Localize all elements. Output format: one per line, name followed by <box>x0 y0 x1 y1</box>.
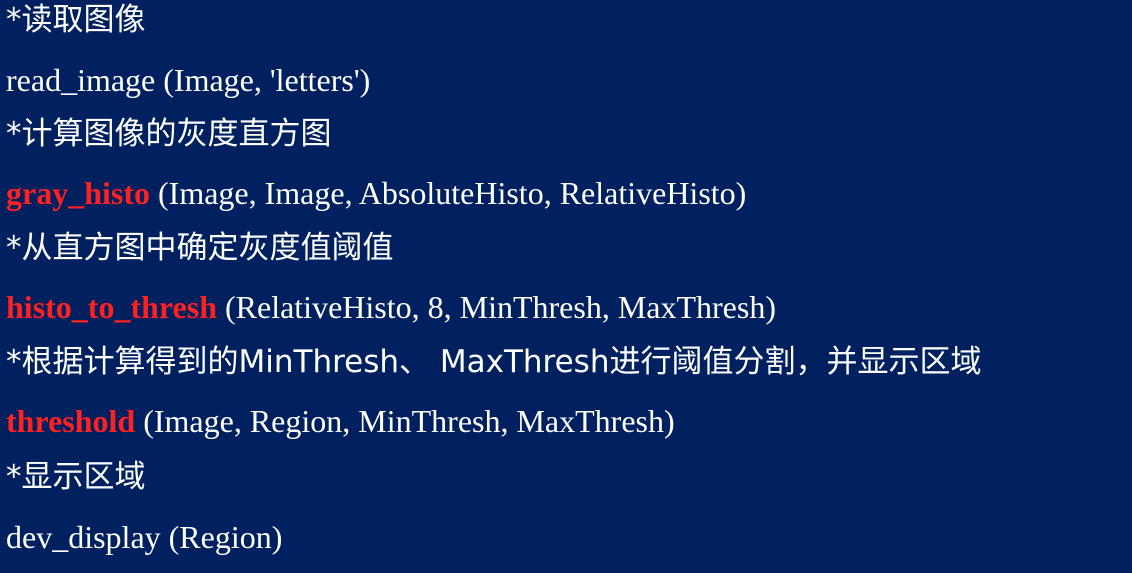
code-dev-display: dev_display (Region) <box>6 519 283 555</box>
comment-threshold: *根据计算得到的MinThresh、 MaxThresh进行阈值分割，并显示区域 <box>6 344 982 380</box>
args-histo-to-thresh: (RelativeHisto, 8, MinThresh, MaxThresh) <box>216 289 776 325</box>
code-threshold: threshold (Image, Region, MinThresh, Max… <box>6 405 675 437</box>
args-threshold: (Image, Region, MinThresh, MaxThresh) <box>135 403 675 439</box>
comment-read-image: *读取图像 <box>6 2 146 38</box>
comment-display-region: *显示区域 <box>6 459 146 495</box>
comment-histo-to-thresh: *从直方图中确定灰度值阈值 <box>6 230 394 266</box>
args-gray-histo: (Image, Image, AbsoluteHisto, RelativeHi… <box>150 175 747 211</box>
code-read-image: read_image (Image, 'letters') <box>6 62 371 98</box>
comment-gray-histo: *计算图像的灰度直方图 <box>6 116 332 152</box>
code-gray-histo: gray_histo (Image, Image, AbsoluteHisto,… <box>6 177 746 209</box>
code-histo-to-thresh: histo_to_thresh (RelativeHisto, 8, MinTh… <box>6 291 776 323</box>
code-slide: *读取图像 read_image (Image, 'letters') *计算图… <box>0 0 1132 573</box>
operator-threshold: threshold <box>6 403 136 439</box>
operator-histo-to-thresh: histo_to_thresh <box>6 289 217 325</box>
operator-gray-histo: gray_histo <box>6 175 150 211</box>
